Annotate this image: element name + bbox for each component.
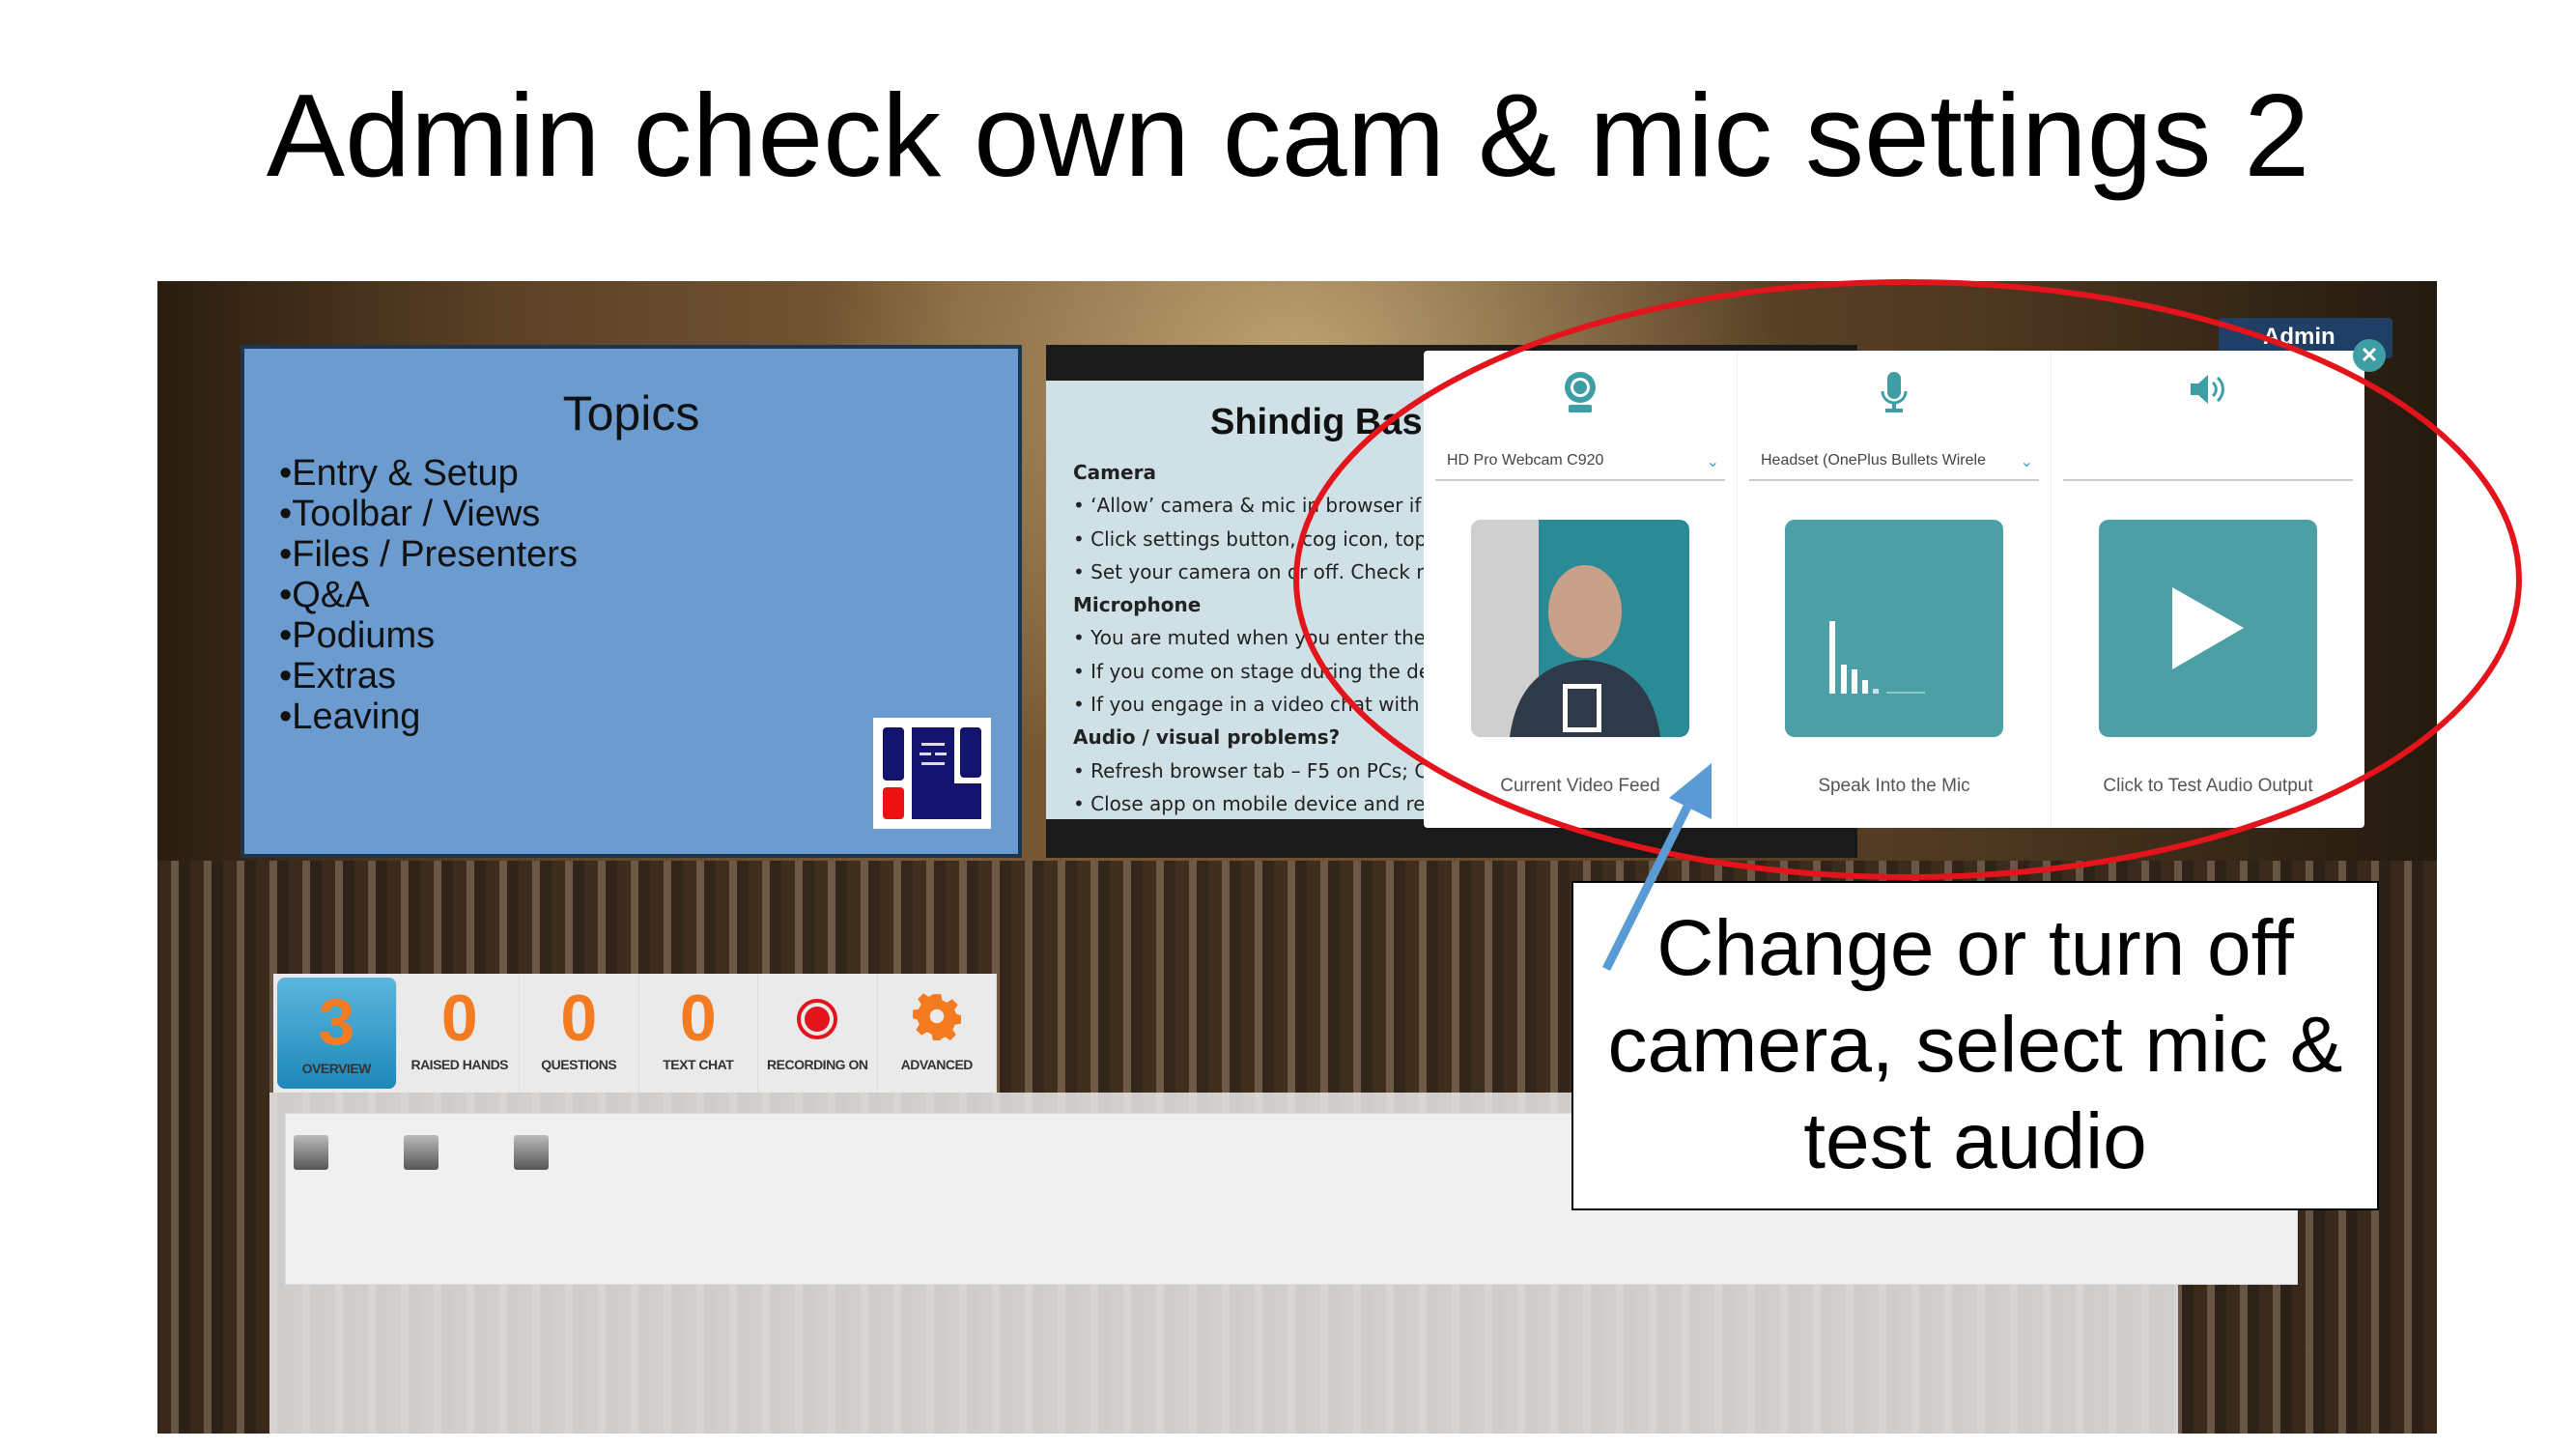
annotation-layer: [1293, 279, 2522, 972]
blue-arrow-head-icon: [1669, 763, 1712, 819]
blue-arrow-shaft: [1601, 794, 1697, 972]
red-highlight-ellipse: [1293, 279, 2522, 880]
